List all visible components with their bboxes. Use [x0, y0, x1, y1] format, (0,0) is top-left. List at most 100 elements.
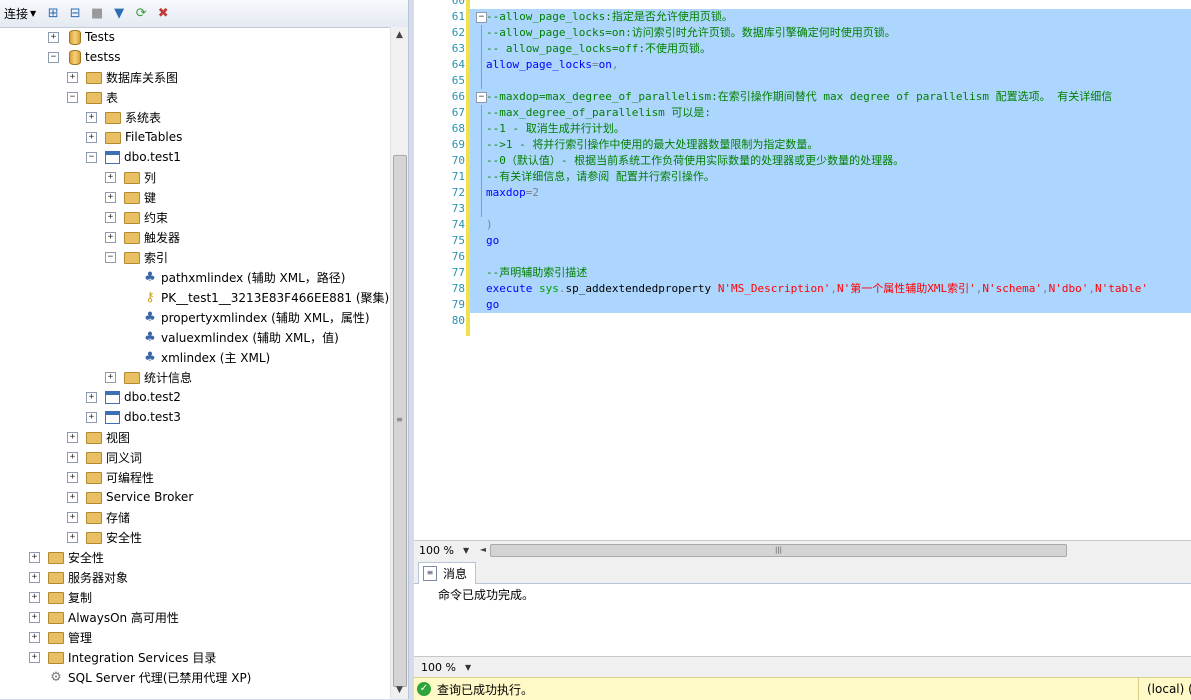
tree-node-statistics[interactable]: + 统计信息	[105, 367, 192, 387]
tree-node-system-tables[interactable]: + 系统表	[86, 107, 161, 127]
expand-icon[interactable]: +	[67, 471, 78, 483]
code-line[interactable]: --0（默认值）- 根据当前系统工作负荷使用实际数量的处理器或更少数量的处理器。	[470, 153, 1191, 169]
code-line[interactable]	[470, 313, 1191, 329]
query-editor[interactable]: 60 61 62 63 64 65 66 67 68 69 70 71 72 73 74 75 76 77 78 79…	[414, 0, 1191, 540]
fold-collapse-icon[interactable]: −	[476, 12, 487, 23]
expand-icon[interactable]: +	[105, 191, 116, 203]
filter-icon[interactable]: ▼	[110, 4, 128, 24]
code-line[interactable]: -- allow_page_locks=off:不使用页锁。	[470, 41, 1191, 57]
results-zoom-dropdown[interactable]: 100 % ▼	[416, 659, 471, 675]
tree-node-management[interactable]: + 管理	[29, 627, 92, 647]
tree-node-db-diagrams[interactable]: + 数据库关系图	[67, 67, 178, 87]
tree-node-constraints[interactable]: + 约束	[105, 207, 168, 227]
expand-icon[interactable]: +	[86, 131, 97, 143]
tree-node-test3[interactable]: + dbo.test3	[86, 407, 181, 427]
connect-button[interactable]: 连接 ▼	[4, 4, 36, 24]
expand-icon[interactable]: +	[67, 531, 78, 543]
tree-node-integration-services[interactable]: + Integration Services 目录	[29, 647, 216, 667]
code-line[interactable]: allow_page_locks=on,	[470, 57, 1191, 73]
code-line[interactable]: go	[470, 297, 1191, 313]
tree-node-server-objects[interactable]: + 服务器对象	[29, 567, 128, 587]
tree-node-test2[interactable]: + dbo.test2	[86, 387, 181, 407]
tree-node-columns[interactable]: + 列	[105, 167, 156, 187]
expand-icon[interactable]: +	[105, 171, 116, 183]
expand-icon[interactable]: +	[29, 591, 40, 603]
expand-icon[interactable]: +	[67, 511, 78, 523]
code-line[interactable]: --1 - 取消生成并行计划。	[470, 121, 1191, 137]
expand-icon[interactable]: +	[67, 491, 78, 503]
tree-node-tables[interactable]: − 表	[67, 87, 118, 107]
code-line[interactable]: maxdop=2	[470, 185, 1191, 201]
expand-icon[interactable]: +	[67, 431, 78, 443]
tree-node-index-value[interactable]: ♣ valuexmlindex (辅助 XML，值)	[124, 327, 339, 347]
tree-node-filetables[interactable]: + FileTables	[86, 127, 182, 147]
tree-node-service-broker[interactable]: + Service Broker	[67, 487, 193, 507]
expand-icon[interactable]: +	[86, 411, 97, 423]
collapse-icon[interactable]: −	[67, 91, 78, 103]
disconnect-icon[interactable]: ⊟	[66, 4, 84, 24]
scroll-left-icon[interactable]: ◄	[476, 542, 490, 558]
code-line[interactable]	[470, 201, 1191, 217]
tree-node-indexes[interactable]: − 索引	[105, 247, 168, 267]
expand-icon[interactable]: +	[105, 211, 116, 223]
collapse-icon[interactable]: −	[86, 151, 97, 163]
refresh-icon[interactable]: ⟳	[132, 4, 150, 24]
tree-node-index-pk[interactable]: ⚷ PK__test1__3213E83F466EE881 (聚集)	[124, 287, 389, 307]
code-line[interactable]: --max_degree_of_parallelism 可以是:	[470, 105, 1191, 121]
tree-node-index-property[interactable]: ♣ propertyxmlindex (辅助 XML，属性)	[124, 307, 369, 327]
tree-node-agent[interactable]: ⚙ SQL Server 代理(已禁用代理 XP)	[29, 667, 251, 687]
expand-icon[interactable]: +	[86, 391, 97, 403]
expand-icon[interactable]: +	[105, 371, 116, 383]
tree-node-storage[interactable]: + 存储	[67, 507, 130, 527]
tree-node-tests[interactable]: + Tests	[48, 27, 115, 47]
scrollbar-thumb[interactable]: |||	[490, 544, 1067, 557]
expand-icon[interactable]: +	[48, 31, 59, 43]
tree-node-programmability[interactable]: + 可编程性	[67, 467, 154, 487]
code-line[interactable]: --allow_page_locks=on:访问索引时允许页锁。数据库引擎确定何…	[470, 25, 1191, 41]
code-line[interactable]: --allow_page_locks:指定是否允许使用页锁。	[470, 9, 1191, 25]
expand-icon[interactable]: +	[67, 451, 78, 463]
editor-horizontal-scrollbar[interactable]: ◄ |||	[476, 542, 1189, 558]
collapse-icon[interactable]: −	[48, 51, 59, 63]
code-line[interactable]: )	[470, 217, 1191, 233]
tree-node-security[interactable]: + 安全性	[29, 547, 104, 567]
code-line[interactable]: execute sys.sp_addextendedproperty N'MS_…	[470, 281, 1191, 297]
expand-icon[interactable]: +	[29, 651, 40, 663]
stop-icon[interactable]: ■	[88, 4, 106, 24]
scroll-up-icon[interactable]: ▲	[391, 27, 408, 44]
tree-vertical-scrollbar[interactable]: ▲ ≡ ▼	[390, 27, 408, 699]
connect-object-explorer-icon[interactable]: ⊞	[44, 4, 62, 24]
tab-messages[interactable]: ≡ 消息	[418, 562, 477, 584]
expand-icon[interactable]: +	[67, 71, 78, 83]
code-line[interactable]: --有关详细信息，请参阅 配置并行索引操作。	[470, 169, 1191, 185]
expand-icon[interactable]: +	[105, 231, 116, 243]
code-line[interactable]	[470, 0, 1191, 9]
tree-node-triggers[interactable]: + 触发器	[105, 227, 180, 247]
code-line[interactable]	[470, 73, 1191, 89]
code-line[interactable]	[470, 249, 1191, 265]
code-line[interactable]: --声明辅助索引描述	[470, 265, 1191, 281]
tree-node-synonyms[interactable]: + 同义词	[67, 447, 142, 467]
tree-node-index-xml[interactable]: ♣ xmlindex (主 XML)	[124, 347, 270, 367]
tree-node-alwayson[interactable]: + AlwaysOn 高可用性	[29, 607, 179, 627]
tree-node-index-path[interactable]: ♣ pathxmlindex (辅助 XML，路径)	[124, 267, 345, 287]
fold-collapse-icon[interactable]: −	[476, 92, 487, 103]
expand-icon[interactable]: +	[29, 611, 40, 623]
collapse-icon[interactable]: −	[105, 251, 116, 263]
expand-icon[interactable]: +	[86, 111, 97, 123]
code-line[interactable]: -->1 - 将并行索引操作中使用的最大处理器数量限制为指定数量。	[470, 137, 1191, 153]
tree-node-testss[interactable]: − testss	[48, 47, 121, 67]
editor-zoom-dropdown[interactable]: 100 % ▼	[416, 542, 469, 558]
code-line[interactable]: go	[470, 233, 1191, 249]
tree-node-views[interactable]: + 视图	[67, 427, 130, 447]
scroll-down-icon[interactable]: ▼	[391, 682, 408, 699]
tree-node-replication[interactable]: + 复制	[29, 587, 92, 607]
delete-icon[interactable]: ✖	[154, 4, 172, 24]
tree-node-test1[interactable]: − dbo.test1	[86, 147, 181, 167]
expand-icon[interactable]: +	[29, 551, 40, 563]
expand-icon[interactable]: +	[29, 631, 40, 643]
tree-node-db-security[interactable]: + 安全性	[67, 527, 142, 547]
tree-node-keys[interactable]: + 键	[105, 187, 156, 207]
code-area[interactable]: --allow_page_locks:指定是否允许使用页锁。 --allow_pa…	[470, 0, 1191, 540]
code-line[interactable]: --maxdop=max_degree_of_parallelism:在索引操作…	[470, 89, 1191, 105]
